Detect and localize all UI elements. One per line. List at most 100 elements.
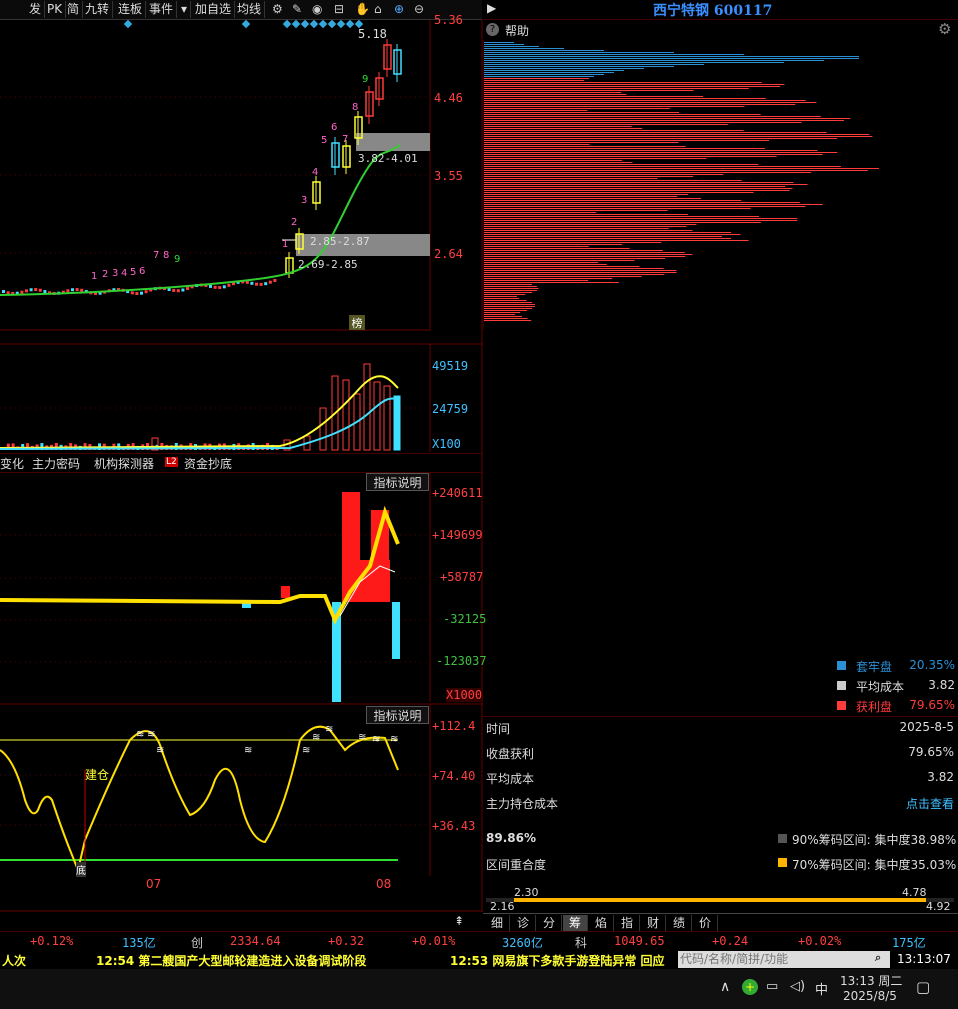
chip-bar [484,58,859,59]
right-tab[interactable]: 财 [641,915,666,931]
volume-bar [363,363,371,451]
search-input[interactable] [680,952,870,966]
toolbar-item[interactable]: 均线 [234,1,266,18]
fund-unit: X1000 [446,688,483,702]
chip-bar [484,288,539,289]
right-tab[interactable]: 指 [615,915,640,931]
chip-bar [484,170,868,171]
chip-bar [484,262,599,263]
chip-bar [484,310,527,311]
candle [43,290,47,294]
zoom-out-icon[interactable]: ⊖ [414,2,424,16]
chip-bar [484,320,532,321]
stat-row[interactable]: 主力持仓成本 点击查看 [486,795,956,817]
toolbar-item[interactable]: 事件 [146,1,178,18]
chip-bar [484,240,749,241]
panel-toggle-icon[interactable]: ▶ [487,1,496,15]
chip-bar [484,202,800,203]
taskbar-date[interactable]: 2025/8/5 [843,989,897,1003]
status-value: 2334.64 [230,934,281,948]
search-box[interactable]: ⌕ [678,951,890,968]
indicator-tab[interactable]: 机构探测器 [94,455,154,472]
home-icon[interactable]: ⌂ [374,2,382,16]
candle [6,291,10,295]
fund-tick: +149699 [432,528,483,542]
toolbar-item[interactable]: 九转 [82,1,114,18]
price-tick: 4.46 [434,91,463,105]
legend-swatch [837,661,846,670]
chevron-up-icon[interactable]: ∧ [720,979,730,995]
status-value: 1049.65 [614,934,665,948]
security-tray-icon[interactable]: + [742,979,758,995]
toolbar-item[interactable]: 连板 [115,1,147,18]
help-label[interactable]: 帮助 [505,22,529,39]
settings-icon[interactable]: ⚙ [272,2,283,16]
legend-label: 获利盘 [856,700,893,714]
chip-bar [484,158,707,159]
candle [218,286,222,290]
volume-unit: X100 [432,437,461,451]
news-item[interactable]: 12:54 第二艘国产大型邮轮建造进入设备调试阶段 [96,952,366,969]
chip-bar [484,126,632,127]
collapse-arrow-icon[interactable]: ⇞ [454,914,470,928]
chip-bar [484,220,798,221]
candle [135,291,139,295]
chip-bar [484,174,724,175]
high-price-label: 5.18 [358,27,387,41]
eye-icon[interactable]: ◉ [312,2,322,16]
right-tab[interactable]: 细 [485,915,510,931]
kdj-tick: +36.43 [432,819,476,833]
zoom-in-icon[interactable]: ⊕ [394,2,404,16]
view-main-cost-link[interactable]: 点击查看 [906,795,954,812]
nine-count: 7 [153,250,159,261]
right-tab[interactable]: 绩 [667,915,692,931]
help-icon[interactable]: ? [486,23,499,36]
taskbar-time[interactable]: 13:13 周二 [840,972,902,989]
candle [259,282,263,286]
chip-bar [484,130,744,131]
toolbar-item[interactable]: 简 [64,1,84,18]
indicator-tab[interactable]: 主力密码 [32,455,80,472]
toolbar-item[interactable]: PK [44,1,67,18]
candle [172,288,176,292]
hand-icon[interactable]: ✋ [355,2,370,16]
network-icon[interactable]: ▭ [766,979,778,994]
chip-bar [484,80,584,81]
signal-marker [282,20,292,29]
news-item[interactable]: 12:53 网易旗下多款手游登陆异常 回应 [450,952,665,969]
status-value: 135亿 [122,936,156,950]
chip-bar [484,222,761,223]
fund-tick: -123037 [436,654,487,668]
ime-indicator[interactable]: 中 [815,979,828,998]
right-tab[interactable]: 分 [537,915,562,931]
toolbar-item[interactable]: 加自选 [192,1,236,18]
notification-icon[interactable]: ▢ [916,978,930,996]
candle [38,288,42,292]
rank-badge[interactable]: 榜 [349,315,365,330]
fund-explain-button[interactable]: 指标说明 [366,473,429,491]
kdj-explain-button[interactable]: 指标说明 [366,706,429,724]
pen-icon[interactable]: ✎ [292,2,302,16]
indicator-tab[interactable]: 资金抄底 [184,455,232,472]
indicator-tab[interactable]: 变化 [0,455,24,472]
chip-bar [484,200,742,201]
chip-bar [484,118,851,119]
toolbar-item[interactable]: 发 [26,1,46,18]
nine-count: 4 [312,167,318,178]
search-icon[interactable]: ⌕ [875,951,881,965]
lock-icon[interactable]: ⊟ [334,2,344,16]
nine-count: 9 [174,254,180,265]
candle [181,288,185,292]
chip-bar [484,44,524,45]
right-tab[interactable]: 焰 [589,915,614,931]
nine-count: 7 [342,134,348,145]
right-tab[interactable]: 筹 [563,915,588,931]
gear-icon[interactable]: ⚙ [938,20,951,38]
toolbar-item[interactable]: ▾ [178,1,192,18]
right-tab[interactable]: 诊 [511,915,536,931]
right-tab[interactable]: 价 [693,915,718,931]
chip-bar [484,218,798,219]
volume-icon[interactable]: ◁) [790,979,805,994]
candle [2,290,5,293]
date-label: 08 [376,877,392,891]
